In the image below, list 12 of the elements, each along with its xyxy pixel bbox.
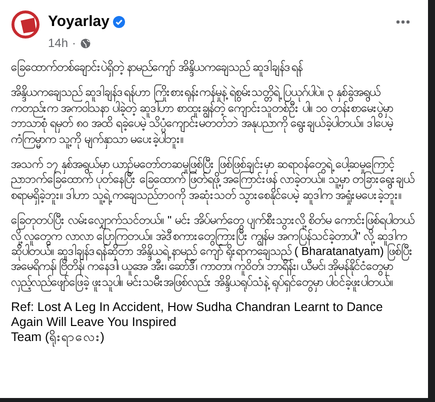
credit-text: Team (ရိုးရာလေး) (11, 330, 106, 346)
post-paragraph: ခြေတုတပ်ပြီး လမ်းလျှောက်သင်တယ်။ " မင်း အိပ်မက်တွေ ပျက်စီးသွားလို့ စိတ်မ ကောင်းဖြစ်ရပါတယ်လို့ လူတွေက လာလာ ပြောကြတယ်။ အဲဒီစကားတွေကြားပြီး ကျွန်မ အကပြန်သင်ခဲ့တာပါ" လို့ ဆူဒါက ဆိုပါတယ်။ ဆူဒါချန်ဒရန်ဆိုတာ အိန္ဒိယရဲ့ နာမည် ကျော် ရိုးရာကချေသည် ( Bharatanatyam) ဖြစ်ပြီး အမေရိကန်၊ ဗြိတိန်၊ ကနေဒါ၊ ယူအေ အီး၊ ဆော်ဒီ၊ ကာတာ၊ ကူဝိတ်၊ ဘာရိန်း၊ ယီမင်၊ အိုမန်နိုင်ငံတွေမှာ လှည့်လည်ဖျော်ဖြေခဲ့ ဖူးသူပါ။ မင်းသမီးအဖြစ်လည်း အိန္ဒိယရုပ်သံနဲ့ ရုပ်ရှင်တွေမှာ ပါဝင်ခဲ့ဖူးပါတယ်။ (11, 213, 416, 290)
post-title: ခြေထောက်တစ်ချောင်းပဲရှိတဲ့ နာမည်ကျော် အိန္ဒိယကချေသည် ဆူဒါချန်ဒရန် (11, 60, 416, 76)
post-paragraph: အသက် ၁၇ နှစ်အရွယ်မှာ ယာဉ်မတော်တဆမှုဖြစ်ပြီး ဖြစ်ဖြစ်ချင်းမှာ ဆရာဝန်တွေရဲ့ ပေါ့ဆမှုကြောင့် ညာဘက်ခြေထောက် ပုတ်နေပြီး ခြေထောက် ဖြတ်ရဖို့ အကြောင်းဖန် လာခဲ့တယ်။ သူ့မှာ တခြားရွေးချယ်စရာမရှိခဲ့ဘူး။ ဒါဟာ သူ့ရဲ့ ကချေသည်ဘဝကို အဆုံးသတ် သွားစေနိုင်ပေမဲ့ ဆူဒါက အရှုံးမပေးခဲ့ဘူး။ (11, 157, 416, 204)
author-name[interactable]: Yoyarlay (48, 13, 110, 31)
separator: · (72, 35, 76, 52)
post-paragraph: အိန္ဒိယကချေသည် ဆူဒါချန်ဒရန်ဟာ ကြိုးစားရုန်းကန်မှုနဲ့ ရဲစွမ်းသတ္တိရဲ့ ပြယုဂ်ပါပဲ။ ၃ နှစ်ခွဲအရွယ်ကတည်းက အကဝါသနာ ပါခဲ့တဲ့ ဆူဒါဟာ စာထူးချွန်တဲ့ ကျောင်းသူတစ်ဦး ပါ။ ၁၀ တန်းစာမေးပွဲမှာ ဘာသာစုံ ရမှတ် ၈၀ အထိ ရခဲ့ပေမဲ့ သိပ္ပံကျောင်းမတတ်ဘဲ အနုပညာကို ရွေးချယ်ခဲ့ပါတယ်။ ဒါပေမဲ့ ကံကြမ္မာက သူ့ကို မျက်နှာသာ မပေးခဲ့ပါဘူး။ (11, 85, 416, 148)
more-options-icon[interactable] (396, 20, 410, 24)
logo-icon[interactable] (11, 10, 40, 39)
globe-icon (80, 38, 92, 48)
post-time[interactable]: 14h (48, 34, 68, 52)
reference-text: Ref: Lost A Leg In Accident, How Sudha Chandran Learnt to Dance Again Will Leave You Inspired (11, 300, 384, 330)
